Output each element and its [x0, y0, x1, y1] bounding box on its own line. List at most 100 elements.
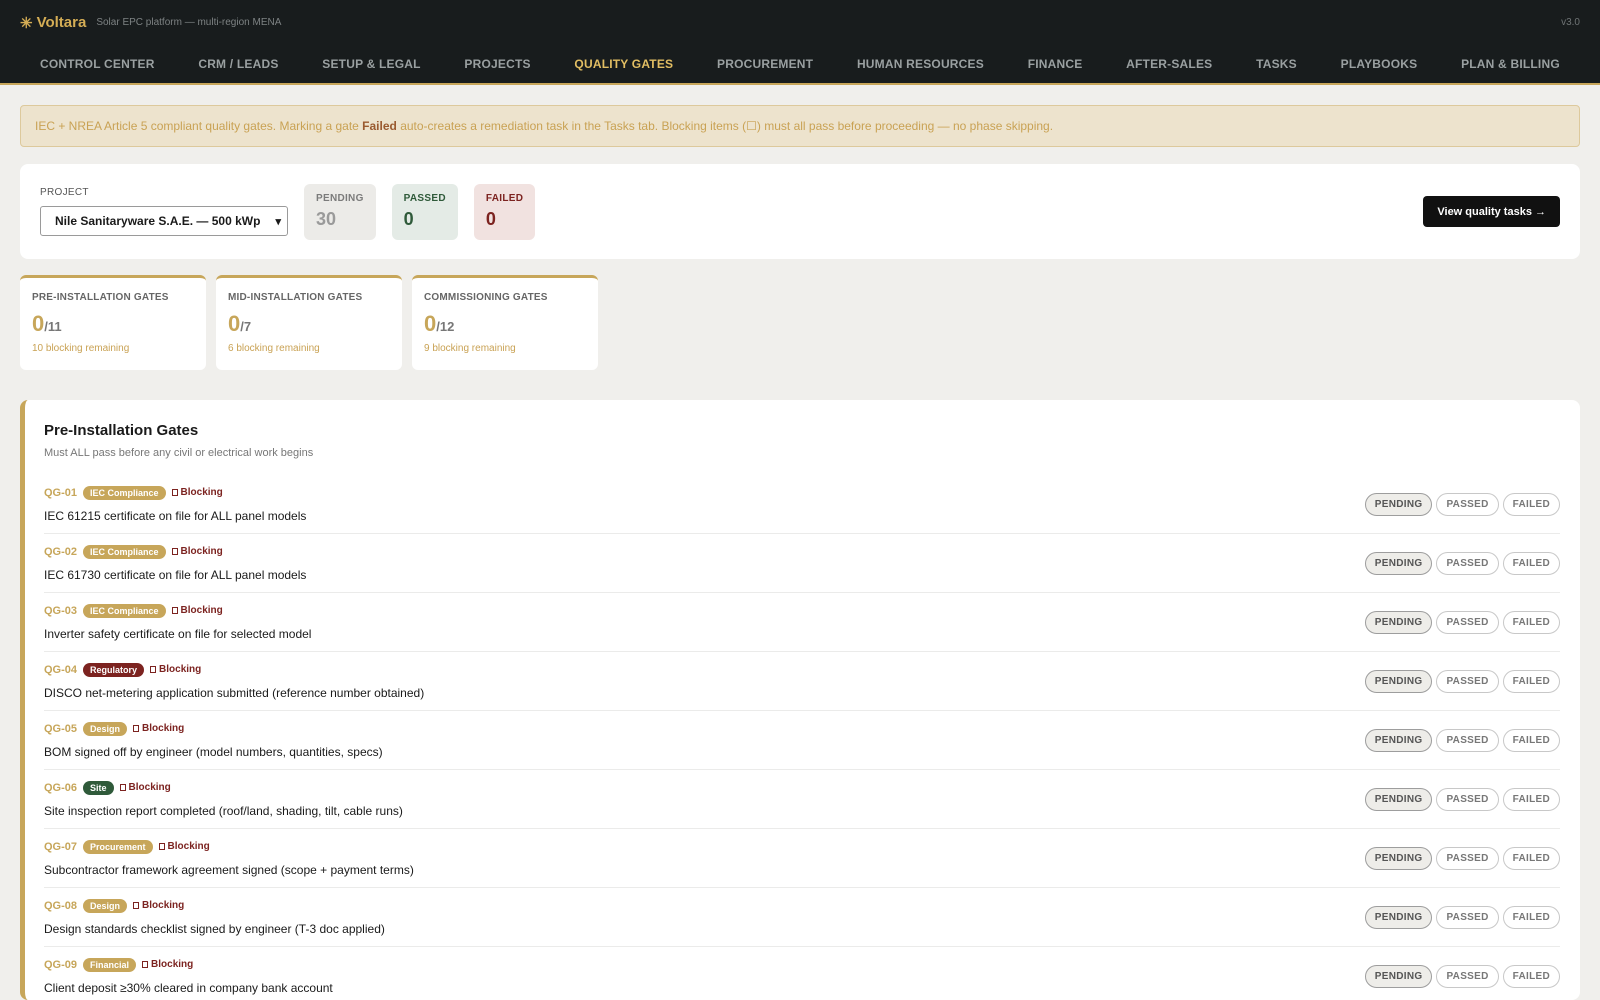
pending-stat-value: 30 [316, 209, 337, 229]
gate-status-buttons: PENDING PASSED FAILED [1364, 846, 1560, 870]
gate-category-tag: Design [83, 721, 128, 736]
mark-passed-button[interactable]: PASSED [1436, 964, 1499, 988]
blocking-checkbox-icon [171, 548, 178, 555]
gate-id: QG-04 [44, 663, 78, 676]
gate-info: QG-07 Procurement Blocking Subcontractor fr… [44, 839, 1365, 877]
view-quality-tasks-button[interactable]: View quality tasks → [1423, 196, 1560, 227]
chevron-down-icon: ▾ [275, 216, 281, 228]
nav-tab-quality-gates[interactable]: QUALITY GATES [574, 57, 673, 71]
phase-summary-card[interactable]: MID-INSTALLATION GATES 0/7 6 blocking rema… [216, 275, 402, 370]
gate-info: QG-01 IEC Compliance Blocking IEC 61215 cer… [44, 485, 1365, 523]
passed-stat-value: 0 [403, 209, 414, 229]
phase-summary-count: 0/7 [228, 311, 390, 337]
mark-failed-button[interactable]: FAILED [1502, 905, 1560, 929]
nav-tab-tasks[interactable]: TASKS [1256, 57, 1297, 71]
gate-meta: QG-08 Design Blocking [44, 898, 1365, 913]
phase-summary-count: 0/11 [32, 311, 194, 337]
phase-total-count: /11 [44, 319, 62, 334]
gate-list: QG-01 IEC Compliance Blocking IEC 61215 cer… [44, 475, 1560, 1000]
gate-status-buttons: PENDING PASSED FAILED [1364, 728, 1560, 752]
mark-passed-button[interactable]: PASSED [1436, 669, 1499, 693]
mark-pending-button[interactable]: PENDING [1364, 787, 1433, 811]
project-selector-group: PROJECT Nile Sanitaryware S.A.E. — 500 k… [40, 187, 288, 236]
mark-failed-button[interactable]: FAILED [1502, 964, 1560, 988]
phase-summary-card[interactable]: COMMISSIONING GATES 0/12 9 blocking remain… [412, 275, 598, 370]
pending-stat-label: PENDING [316, 193, 364, 204]
gate-description: Client deposit ≥30% cleared in company b… [44, 980, 333, 995]
gate-row: QG-05 Design Blocking BOM signed off by eng… [44, 711, 1560, 770]
gate-info: QG-08 Design Blocking Design standards chec… [44, 898, 1365, 936]
phase-blocking-note: 9 blocking remaining [424, 343, 516, 354]
blocking-indicator: Blocking [133, 900, 184, 911]
mark-pending-button[interactable]: PENDING [1364, 728, 1433, 752]
phase-summary-card[interactable]: PRE-INSTALLATION GATES 0/11 10 blocking re… [20, 275, 206, 370]
nav-tab-after-sales[interactable]: AFTER-SALES [1126, 57, 1212, 71]
gate-meta: QG-05 Design Blocking [44, 721, 1365, 736]
nav-tab-finance[interactable]: FINANCE [1028, 57, 1083, 71]
blocking-indicator: Blocking [133, 723, 184, 734]
nav-tab-setup-legal[interactable]: SETUP & LEGAL [322, 57, 420, 71]
gate-info: QG-09 Financial Blocking Client deposit ≥30… [44, 957, 1365, 995]
mark-pending-button[interactable]: PENDING [1364, 551, 1433, 575]
gate-status-buttons: PENDING PASSED FAILED [1364, 787, 1560, 811]
mark-passed-button[interactable]: PASSED [1436, 728, 1499, 752]
project-label: PROJECT [40, 187, 89, 198]
mark-failed-button[interactable]: FAILED [1502, 492, 1560, 516]
gate-id: QG-08 [44, 899, 78, 912]
gate-meta: QG-02 IEC Compliance Blocking [44, 544, 1365, 559]
gate-row: QG-09 Financial Blocking Client deposit ≥30… [44, 947, 1560, 1000]
mark-failed-button[interactable]: FAILED [1502, 846, 1560, 870]
mark-passed-button[interactable]: PASSED [1436, 551, 1499, 575]
mark-passed-button[interactable]: PASSED [1436, 787, 1499, 811]
nav-tab-plan-billing[interactable]: PLAN & BILLING [1461, 57, 1560, 71]
brand[interactable]: ✳ Voltara [20, 14, 86, 32]
mark-passed-button[interactable]: PASSED [1436, 610, 1499, 634]
nav-tab-procurement[interactable]: PROCUREMENT [717, 57, 813, 71]
nav-tab-crm-leads[interactable]: CRM / LEADS [198, 57, 278, 71]
mark-pending-button[interactable]: PENDING [1364, 610, 1433, 634]
nav-tab-projects[interactable]: PROJECTS [464, 57, 530, 71]
notice-text-after: auto-creates a remediation task in the T… [396, 119, 1054, 133]
gate-category-tag: IEC Compliance [83, 544, 166, 559]
blocking-label: Blocking [151, 959, 194, 970]
mark-failed-button[interactable]: FAILED [1502, 728, 1560, 752]
mark-pending-button[interactable]: PENDING [1364, 964, 1433, 988]
nav-tab-control-center[interactable]: CONTROL CENTER [40, 57, 155, 71]
phase-total-count: /7 [240, 319, 252, 334]
mark-passed-button[interactable]: PASSED [1436, 492, 1499, 516]
blocking-indicator: Blocking [171, 487, 223, 498]
gate-id: QG-07 [44, 840, 78, 853]
gate-id: QG-06 [44, 781, 78, 794]
gate-status-buttons: PENDING PASSED FAILED [1364, 610, 1560, 634]
blocking-indicator: Blocking [142, 959, 193, 970]
gate-meta: QG-04 Regulatory Blocking [44, 662, 1365, 677]
mark-failed-button[interactable]: FAILED [1502, 610, 1560, 634]
notice-text-before: IEC + NREA Article 5 compliant quality g… [35, 119, 363, 133]
app-subtitle: Solar EPC platform — multi-region MENA [96, 17, 282, 28]
pre-installation-gates-section: Pre-Installation Gates Must ALL pass bef… [20, 400, 1580, 1000]
blocking-checkbox-icon [133, 902, 140, 909]
mark-pending-button[interactable]: PENDING [1364, 846, 1433, 870]
gate-row: QG-01 IEC Compliance Blocking IEC 61215 cer… [44, 475, 1560, 534]
blocking-checkbox-icon [119, 784, 126, 791]
gate-meta: QG-03 IEC Compliance Blocking [44, 603, 1365, 618]
gate-description: Site inspection report completed (roof/l… [44, 803, 403, 818]
mark-failed-button[interactable]: FAILED [1502, 669, 1560, 693]
gate-id: QG-09 [44, 958, 78, 971]
project-select[interactable]: Nile Sanitaryware S.A.E. — 500 kWp ▾ [40, 206, 288, 236]
mark-failed-button[interactable]: FAILED [1502, 787, 1560, 811]
mark-passed-button[interactable]: PASSED [1436, 846, 1499, 870]
gate-description: IEC 61730 certificate on file for ALL pa… [44, 567, 307, 582]
mark-passed-button[interactable]: PASSED [1436, 905, 1499, 929]
mark-failed-button[interactable]: FAILED [1502, 551, 1560, 575]
nav-tab-human-resources[interactable]: HUMAN RESOURCES [857, 57, 984, 71]
gate-description: Design standards checklist signed by eng… [44, 921, 385, 936]
mark-pending-button[interactable]: PENDING [1364, 492, 1433, 516]
mark-pending-button[interactable]: PENDING [1364, 905, 1433, 929]
passed-stat-label: PASSED [403, 193, 446, 204]
mark-pending-button[interactable]: PENDING [1364, 669, 1433, 693]
blocking-indicator: Blocking [150, 664, 201, 675]
app-version: v3.0 [1561, 17, 1580, 28]
gate-status-buttons: PENDING PASSED FAILED [1364, 551, 1560, 575]
nav-tab-playbooks[interactable]: PLAYBOOKS [1341, 57, 1418, 71]
